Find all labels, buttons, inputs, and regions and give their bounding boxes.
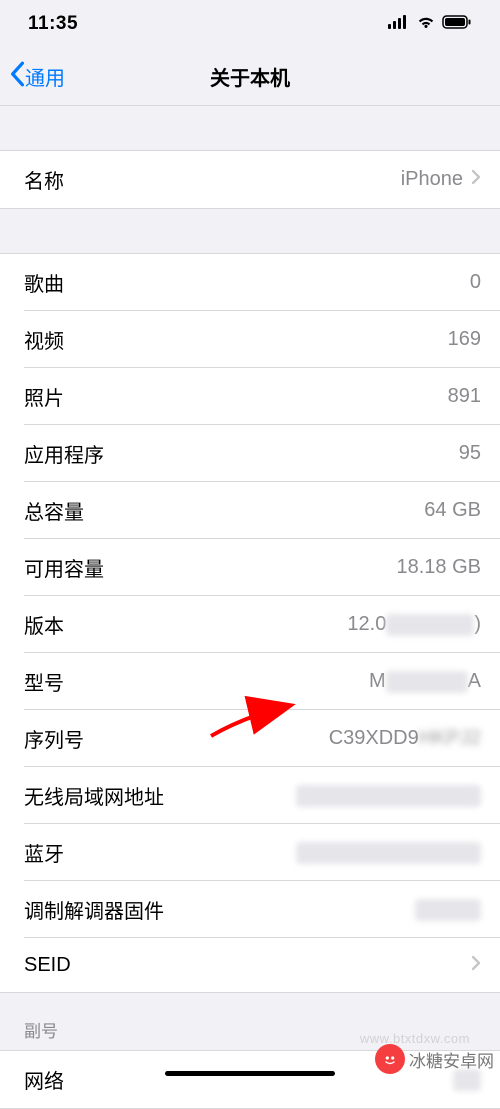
cell-value: 95 bbox=[459, 442, 481, 465]
cell-capacity: 总容量 64 GB bbox=[0, 482, 500, 539]
cell-label: SEID bbox=[24, 954, 71, 977]
back-button[interactable]: 通用 bbox=[0, 61, 65, 92]
status-time: 11:35 bbox=[28, 13, 78, 35]
cell-value: 0 bbox=[470, 271, 481, 294]
status-icons bbox=[388, 15, 472, 34]
value-suffix: A bbox=[468, 670, 481, 693]
cell-value: 891 bbox=[448, 385, 481, 408]
cell-label: 应用程序 bbox=[24, 439, 104, 468]
section-spacer bbox=[0, 106, 500, 150]
cell-label: 照片 bbox=[24, 382, 64, 411]
cell-photos: 照片 891 bbox=[0, 368, 500, 425]
chevron-right-icon bbox=[471, 168, 481, 191]
value-prefix: C39XDD9 bbox=[329, 727, 419, 750]
cell-serial: 序列号 C39XDD9HKPJ2 bbox=[0, 710, 500, 767]
signal-icon bbox=[388, 15, 410, 34]
watermark-icon bbox=[375, 1044, 405, 1074]
redacted-blur bbox=[296, 785, 481, 807]
redacted-blur bbox=[415, 899, 481, 921]
status-bar: 11:35 bbox=[0, 0, 500, 48]
cell-value: MA bbox=[369, 670, 481, 693]
cell-name[interactable]: 名称 iPhone bbox=[0, 151, 500, 208]
cell-bluetooth: 蓝牙 bbox=[0, 824, 500, 881]
cell-songs: 歌曲 0 bbox=[0, 254, 500, 311]
cell-value bbox=[415, 899, 481, 921]
cell-value bbox=[296, 785, 481, 807]
cell-label: 名称 bbox=[24, 165, 64, 194]
battery-icon bbox=[442, 15, 472, 34]
cell-label: 可用容量 bbox=[24, 553, 104, 582]
cell-value: iPhone bbox=[401, 168, 481, 191]
value-prefix: M bbox=[369, 670, 386, 693]
home-indicator[interactable] bbox=[165, 1071, 335, 1076]
cell-label: 网络 bbox=[24, 1065, 64, 1094]
cell-label: 序列号 bbox=[24, 724, 84, 753]
name-group: 名称 iPhone bbox=[0, 150, 500, 209]
watermark: 冰糖安卓网 bbox=[375, 1044, 494, 1074]
cell-value-text: iPhone bbox=[401, 168, 463, 191]
cell-label: 型号 bbox=[24, 667, 64, 696]
redacted-blur bbox=[386, 614, 474, 636]
chevron-right-icon bbox=[471, 954, 481, 977]
cell-label: 无线局域网地址 bbox=[24, 781, 164, 810]
cell-value: 64 GB bbox=[424, 499, 481, 522]
cell-label: 总容量 bbox=[24, 496, 84, 525]
cell-label: 调制解调器固件 bbox=[24, 895, 164, 924]
cell-label: 版本 bbox=[24, 610, 64, 639]
cell-label: 视频 bbox=[24, 325, 64, 354]
redacted-blur bbox=[386, 671, 468, 693]
value-suffix-blurred: HKPJ2 bbox=[419, 727, 481, 750]
cell-label: 蓝牙 bbox=[24, 838, 64, 867]
watermark-text: 冰糖安卓网 bbox=[409, 1047, 494, 1072]
cell-value: 12.0) bbox=[347, 613, 481, 636]
wifi-icon bbox=[416, 15, 436, 34]
cell-model: 型号 MA bbox=[0, 653, 500, 710]
cell-apps: 应用程序 95 bbox=[0, 425, 500, 482]
cell-modem-firmware: 调制解调器固件 bbox=[0, 881, 500, 938]
cell-wifi-address: 无线局域网地址 bbox=[0, 767, 500, 824]
cell-version: 版本 12.0) bbox=[0, 596, 500, 653]
cell-label: 歌曲 bbox=[24, 268, 64, 297]
cell-value bbox=[463, 954, 481, 977]
nav-bar: 通用 关于本机 bbox=[0, 48, 500, 106]
cell-value: C39XDD9HKPJ2 bbox=[329, 727, 481, 750]
section-spacer bbox=[0, 209, 500, 253]
cell-videos: 视频 169 bbox=[0, 311, 500, 368]
info-group: 歌曲 0 视频 169 照片 891 应用程序 95 总容量 64 GB 可用容… bbox=[0, 253, 500, 993]
cell-available: 可用容量 18.18 GB bbox=[0, 539, 500, 596]
cell-seid[interactable]: SEID bbox=[0, 938, 500, 992]
value-prefix: 12.0 bbox=[347, 613, 386, 636]
page-title: 关于本机 bbox=[210, 62, 290, 91]
cell-value: 169 bbox=[448, 328, 481, 351]
value-suffix: ) bbox=[474, 613, 481, 636]
back-label: 通用 bbox=[25, 62, 65, 91]
cell-value bbox=[296, 842, 481, 864]
chevron-left-icon bbox=[8, 61, 26, 92]
redacted-blur bbox=[296, 842, 481, 864]
cell-value: 18.18 GB bbox=[396, 556, 481, 579]
